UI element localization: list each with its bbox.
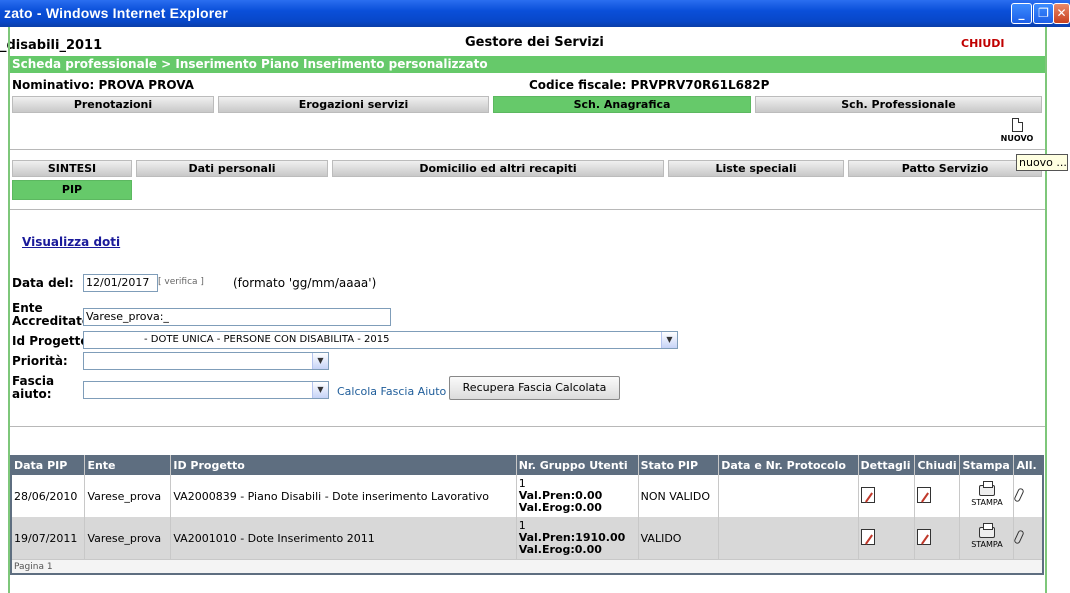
progetto-select[interactable]: - DOTE UNICA - PERSONE CON DISABILITA - … (83, 331, 678, 349)
cell-stampa[interactable]: STAMPA (959, 517, 1015, 559)
tab-liste-speciali[interactable]: Liste speciali (668, 160, 844, 177)
cell-ente: Varese_prova (84, 517, 172, 559)
codice-fiscale: Codice fiscale: PRVPRV70R61L682P (529, 78, 770, 92)
cell-nr: 1 Val.Pren:0.00 Val.Erog:0.00 (516, 475, 639, 517)
nominativo: Nominativo: PROVA PROVA (12, 78, 194, 92)
cell-chiudi (914, 517, 961, 559)
priorita-select[interactable]: ▼ (83, 352, 329, 370)
cell-protocollo (718, 517, 859, 559)
cell-progetto: VA2001010 - Dote Inserimento 2011 (170, 517, 517, 559)
breadcrumb: Scheda professionale > Inserimento Piano… (10, 56, 1045, 73)
paperclip-icon[interactable] (1013, 528, 1026, 545)
cell-data: 19/07/2011 (12, 517, 86, 559)
restore-icon[interactable]: ❐ (1033, 3, 1054, 24)
divider (10, 426, 1045, 427)
tab-pip[interactable]: PIP (12, 180, 132, 200)
col-dettagli: Dettagli (858, 455, 916, 475)
printer-icon[interactable] (978, 523, 995, 538)
right-panel (1049, 27, 1070, 593)
fascia-label-2: aiuto: (12, 387, 52, 401)
chiudi-link[interactable]: CHIUDI (961, 37, 1005, 50)
nuovo-tooltip: nuovo ... (1016, 154, 1068, 171)
col-allegati: All. (1013, 455, 1042, 475)
edit-icon[interactable] (860, 528, 875, 545)
page-title: Gestore dei Servizi (465, 35, 604, 50)
col-nr-gruppo: Nr. Gruppo Utenti (516, 455, 639, 475)
edit-icon[interactable] (917, 486, 932, 503)
chevron-down-icon: ▼ (312, 382, 328, 398)
close-window-icon[interactable]: ✕ (1053, 3, 1070, 24)
fascia-label: Fascia (12, 374, 55, 388)
page-frame: _disabili_2011 Gestore dei Servizi CHIUD… (0, 27, 1070, 593)
stampa-label: STAMPA (971, 540, 1003, 549)
cell-protocollo (718, 475, 859, 517)
divider (10, 149, 1045, 150)
cell-progetto: VA2000839 - Piano Disabili - Dote inseri… (170, 475, 517, 517)
app-code: _disabili_2011 (0, 38, 103, 53)
recupera-fascia-button[interactable]: Recupera Fascia Calcolata (449, 376, 620, 400)
ente-label-2: Accreditato (12, 314, 91, 328)
format-note: (formato 'gg/mm/aaaa') (233, 276, 377, 290)
page-header: _disabili_2011 Gestore dei Servizi CHIUD… (0, 33, 1045, 55)
stampa-label: STAMPA (971, 498, 1003, 507)
cell-allegati (1013, 517, 1042, 559)
printer-icon[interactable] (978, 481, 995, 496)
cell-nr: 1 Val.Pren:1910.00 Val.Erog:0.00 (516, 517, 639, 559)
val-erog: Val.Erog:0.00 (518, 501, 602, 514)
cell-stato: VALIDO (638, 517, 720, 559)
pip-table: Data PIP Ente ID Progetto Nr. Gruppo Ute… (10, 455, 1044, 575)
data-input[interactable]: 12/01/2017 (83, 274, 158, 292)
ente-label: Ente (12, 301, 43, 315)
verifica-link[interactable]: [ verifica ] (158, 277, 204, 287)
cell-chiudi (914, 475, 961, 517)
tab-sch-anagrafica[interactable]: Sch. Anagrafica (493, 96, 751, 113)
nuovo-button[interactable]: NUOVO (1000, 118, 1034, 143)
progetto-label: Id Progetto (12, 334, 89, 348)
col-data-pip: Data PIP (12, 455, 86, 475)
pager: Pagina 1 (12, 559, 1042, 573)
cell-stampa[interactable]: STAMPA (959, 475, 1015, 517)
visualizza-doti-link[interactable]: Visualizza doti (22, 235, 120, 249)
col-stampa: Stampa (959, 455, 1015, 475)
tab-patto-servizio[interactable]: Patto Servizio (848, 160, 1042, 177)
progetto-value: - DOTE UNICA - PERSONE CON DISABILITA - … (144, 334, 390, 345)
table-row: 28/06/2010 Varese_prova VA2000839 - Pian… (12, 475, 1042, 517)
calcola-fascia-link[interactable]: Calcola Fascia Aiuto (337, 385, 446, 398)
tab-sch-professionale[interactable]: Sch. Professionale (755, 96, 1042, 113)
tab-dati-personali[interactable]: Dati personali (136, 160, 328, 177)
tab-domicilio[interactable]: Domicilio ed altri recapiti (332, 160, 664, 177)
cell-dettagli (858, 475, 916, 517)
minimize-icon[interactable]: _ (1011, 3, 1032, 24)
table-row: 19/07/2011 Varese_prova VA2001010 - Dote… (12, 517, 1042, 559)
edit-icon[interactable] (860, 486, 875, 503)
col-protocollo: Data e Nr. Protocolo (718, 455, 859, 475)
cell-stato: NON VALIDO (638, 475, 720, 517)
priorita-label: Priorità: (12, 354, 68, 368)
data-label: Data del: (12, 276, 74, 290)
col-id-progetto: ID Progetto (170, 455, 517, 475)
edit-icon[interactable] (917, 528, 932, 545)
cell-ente: Varese_prova (84, 475, 172, 517)
col-ente: Ente (84, 455, 172, 475)
tab-prenotazioni[interactable]: Prenotazioni (12, 96, 214, 113)
chevron-down-icon: ▼ (312, 353, 328, 369)
col-chiudi: Chiudi (914, 455, 961, 475)
tab-sintesi[interactable]: SINTESI (12, 160, 132, 177)
col-stato: Stato PIP (638, 455, 720, 475)
cell-allegati (1013, 475, 1042, 517)
fascia-select[interactable]: ▼ (83, 381, 329, 399)
tab-erogazioni-servizi[interactable]: Erogazioni servizi (218, 96, 489, 113)
ente-input[interactable]: Varese_prova:_ (83, 308, 391, 326)
nuovo-label: NUOVO (1000, 134, 1034, 143)
window-title: zato - Windows Internet Explorer (4, 5, 229, 21)
table-header-row: Data PIP Ente ID Progetto Nr. Gruppo Ute… (12, 455, 1042, 475)
cell-dettagli (858, 517, 916, 559)
cell-data: 28/06/2010 (12, 475, 86, 517)
window-titlebar: zato - Windows Internet Explorer _ ❐ ✕ (0, 0, 1070, 27)
divider (10, 209, 1045, 210)
new-document-icon (1011, 118, 1023, 132)
val-erog: Val.Erog:0.00 (518, 543, 602, 556)
chevron-down-icon: ▼ (661, 332, 677, 348)
paperclip-icon[interactable] (1013, 486, 1026, 503)
